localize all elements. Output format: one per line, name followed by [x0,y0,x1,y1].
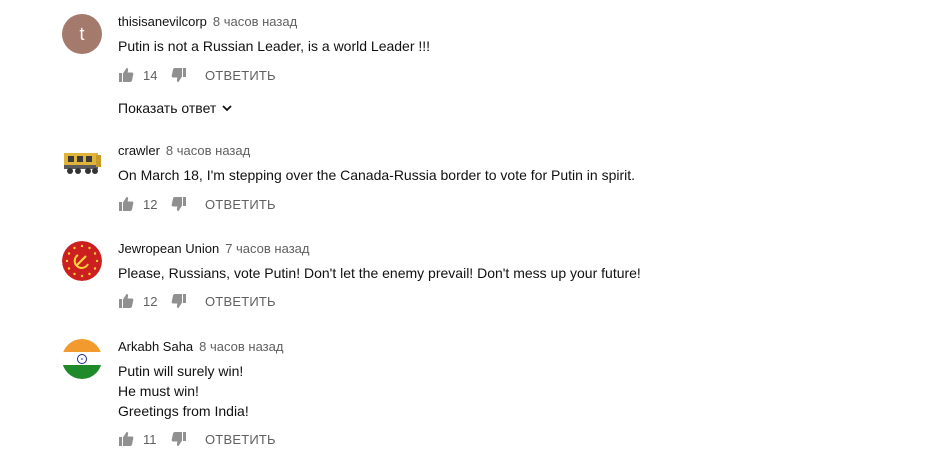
thumb-up-icon[interactable] [118,431,134,447]
reply-button[interactable]: ОТВЕТИТЬ [205,197,276,212]
comment-text: Putin will surely win! He must win! Gree… [118,363,249,419]
comment-text: On March 18, I'm stepping over the Canad… [118,167,636,183]
chevron-down-icon [222,105,232,112]
reply-button[interactable]: ОТВЕТИТЬ [205,432,276,447]
comment-header: thisisanevilcorp 8 часов назад [118,14,297,30]
comment-timestamp[interactable]: 7 часов назад [225,241,309,256]
like-count: 12 [143,293,158,309]
comment-timestamp[interactable]: 8 часов назад [166,143,250,158]
like-count: 14 [143,67,158,83]
avatar[interactable] [62,339,102,379]
show-replies-label: Показать ответ [118,100,217,116]
avatar[interactable]: t [62,14,102,54]
comment-header: Arkabh Saha 8 часов назад [118,339,283,355]
avatar[interactable] [62,241,102,281]
comment-timestamp[interactable]: 8 часов назад [199,339,283,354]
thumb-down-icon[interactable] [171,196,187,212]
comment-author[interactable]: crawler [118,143,160,158]
comment-actions: 12 ОТВЕТИТЬ [118,291,276,311]
comment-header: Jewropean Union 7 часов назад [118,241,309,257]
comment-header: crawler 8 часов назад [118,143,250,159]
comment-author[interactable]: Arkabh Saha [118,339,193,354]
like-count: 12 [143,196,158,212]
reply-button[interactable]: ОТВЕТИТЬ [205,68,276,83]
thumb-down-icon[interactable] [171,431,187,447]
avatar[interactable] [62,143,102,183]
thumb-up-icon[interactable] [118,196,134,212]
comment-actions: 11 ОТВЕТИТЬ [118,429,276,449]
comment-timestamp[interactable]: 8 часов назад [213,14,297,29]
thumb-down-icon[interactable] [171,293,187,309]
comment-text: Putin is not a Russian Leader, is a worl… [118,38,431,54]
comment-text: Please, Russians, vote Putin! Don't let … [118,265,641,281]
reply-button[interactable]: ОТВЕТИТЬ [205,294,276,309]
comment-author[interactable]: thisisanevilcorp [118,14,207,29]
comment-author[interactable]: Jewropean Union [118,241,219,256]
comment-actions: 14 ОТВЕТИТЬ [118,65,276,85]
comment-actions: 12 ОТВЕТИТЬ [118,194,276,214]
thumb-down-icon[interactable] [171,67,187,83]
thumb-up-icon[interactable] [118,293,134,309]
like-count: 11 [143,431,157,447]
thumb-up-icon[interactable] [118,67,134,83]
show-replies-button[interactable]: Показать ответ [118,99,233,117]
